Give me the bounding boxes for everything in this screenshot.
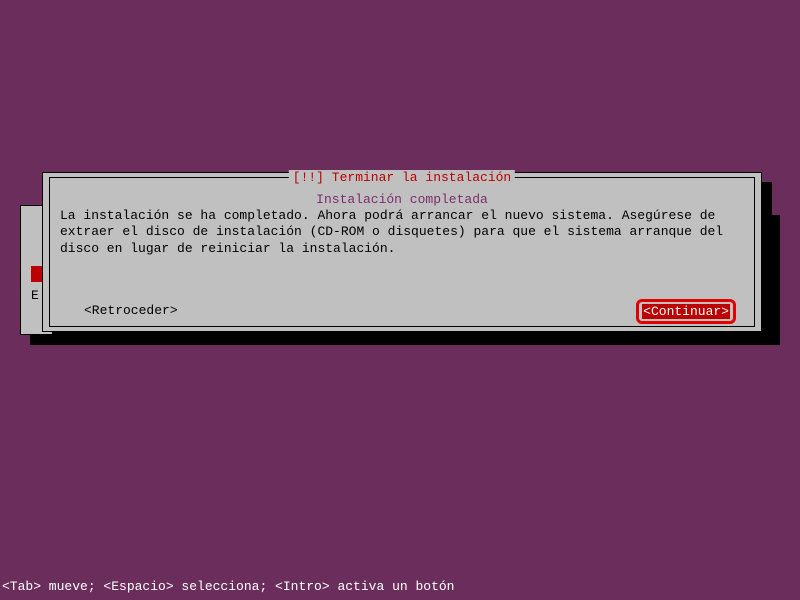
dialog-subtitle: Instalación completada	[50, 192, 754, 207]
dialog-title: [!!] Terminar la instalación	[289, 170, 515, 185]
dialog-body-text: La instalación se ha completado. Ahora p…	[60, 208, 744, 257]
background-dialog-partial-text: E	[31, 288, 39, 303]
dialog-border: [!!] Terminar la instalación Instalación…	[49, 177, 755, 327]
foreground-dialog: [!!] Terminar la instalación Instalación…	[42, 172, 762, 332]
status-bar: <Tab> mueve; <Espacio> selecciona; <Intr…	[0, 579, 454, 594]
back-button[interactable]: <Retroceder>	[84, 303, 178, 318]
continue-button-highlight: <Continuar>	[636, 299, 736, 324]
continue-button[interactable]: <Continuar>	[642, 304, 730, 319]
